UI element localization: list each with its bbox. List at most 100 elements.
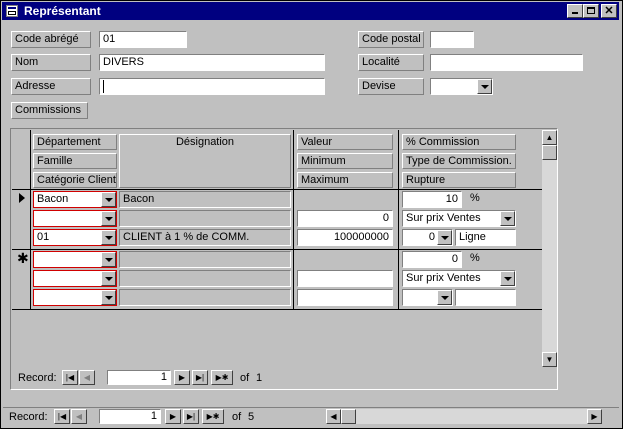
r1-designation-2	[119, 210, 291, 227]
main-scroll-right-button[interactable]: ▶	[587, 409, 602, 424]
minimize-button[interactable]	[567, 4, 583, 18]
adresse-field[interactable]	[99, 78, 325, 95]
r2-maximum-field[interactable]	[297, 289, 393, 306]
first-record-icon: |◀	[57, 412, 67, 421]
designation-header: Désignation	[119, 134, 291, 188]
r1-commission-field[interactable]: 10	[402, 191, 462, 208]
r1-categorie-dropdown-button[interactable]	[101, 230, 116, 245]
maximum-header: Maximum	[297, 172, 393, 188]
main-total-records: 5	[248, 411, 255, 423]
main-first-record-button[interactable]: |◀	[54, 409, 70, 424]
nom-label: Nom	[11, 54, 91, 71]
scroll-right-icon: ▶	[591, 412, 598, 421]
minimize-icon	[572, 12, 578, 14]
subform-scroll-thumb[interactable]	[542, 145, 557, 160]
r2-designation-2	[119, 270, 291, 287]
new-record-icon: ▶✱	[215, 373, 229, 382]
code-abrege-field[interactable]: 01	[99, 31, 187, 48]
code-postal-label: Code postal	[358, 31, 424, 48]
devise-label: Devise	[358, 78, 424, 95]
selector-column-line	[30, 130, 31, 310]
column-line-valeur	[293, 130, 294, 310]
subform-record-number-field[interactable]: 1	[107, 370, 171, 385]
subform-vertical-scrollbar[interactable]	[542, 130, 557, 367]
close-button[interactable]: ✕	[601, 4, 617, 18]
subform-last-record-button[interactable]: ▶|	[192, 370, 208, 385]
nom-field[interactable]: DIVERS	[99, 54, 325, 71]
header-separator	[12, 189, 542, 190]
r2-percent-sign: %	[470, 252, 480, 264]
subform-new-record-button[interactable]: ▶✱	[211, 370, 233, 385]
r1-rupture-dropdown-button[interactable]	[437, 230, 452, 245]
code-abrege-label: Code abrégé	[11, 31, 91, 48]
r2-commission-field[interactable]: 0	[402, 251, 462, 268]
r1-maximum-field[interactable]: 100000000	[297, 229, 393, 246]
categorie-client-header: Catégorie Client	[33, 172, 117, 188]
r2-rupture-text[interactable]	[455, 289, 516, 306]
departement-header: Département	[33, 134, 117, 150]
subform-scroll-up-button[interactable]: ▲	[542, 130, 557, 145]
close-icon: ✕	[604, 5, 614, 17]
r2-rupture-dropdown-button[interactable]	[437, 290, 452, 305]
valeur-header: Valeur	[297, 134, 393, 150]
record-separator-1	[12, 249, 542, 250]
localite-field[interactable]	[430, 54, 583, 71]
r1-type-combo[interactable]: Sur prix Ventes	[402, 210, 516, 227]
code-postal-field[interactable]	[430, 31, 474, 48]
main-previous-record-button[interactable]: ◀	[71, 409, 87, 424]
main-last-record-button[interactable]: ▶|	[183, 409, 199, 424]
main-record-label: Record:	[9, 411, 48, 423]
new-record-asterisk-icon: ✱	[17, 250, 29, 266]
main-of-label: of	[232, 411, 242, 423]
main-record-number-field[interactable]: 1	[99, 409, 161, 424]
r2-designation-3	[119, 289, 291, 306]
current-record-pointer-icon	[19, 193, 25, 203]
text-cursor	[103, 80, 104, 93]
r1-famille-dropdown-button[interactable]	[101, 211, 116, 226]
main-horizontal-scrollbar[interactable]	[326, 409, 602, 424]
previous-record-icon: ◀	[75, 412, 83, 421]
record-separator-2	[12, 309, 542, 310]
subform-of-label: of	[240, 372, 250, 384]
minimum-header: Minimum	[297, 153, 393, 169]
main-scroll-thumb[interactable]	[341, 409, 356, 424]
r1-rupture-text[interactable]: Ligne	[455, 229, 516, 246]
column-line-commission	[398, 130, 399, 310]
r2-departement-dropdown-button[interactable]	[101, 252, 116, 267]
next-record-icon: ▶	[169, 412, 177, 421]
subform-next-record-button[interactable]: ▶	[174, 370, 190, 385]
rupture-header: Rupture	[402, 172, 516, 188]
r2-type-dropdown-button[interactable]	[500, 271, 515, 286]
localite-label: Localité	[358, 54, 424, 71]
r1-type-dropdown-button[interactable]	[500, 211, 515, 226]
title-bar[interactable]: Représentant ✕	[2, 2, 619, 20]
form-icon[interactable]	[6, 5, 18, 17]
r2-type-combo[interactable]: Sur prix Ventes	[402, 270, 516, 287]
previous-record-icon: ◀	[83, 373, 91, 382]
main-next-record-button[interactable]: ▶	[165, 409, 181, 424]
r1-departement-dropdown-button[interactable]	[101, 192, 116, 207]
r1-percent-sign: %	[470, 192, 480, 204]
r2-designation-1	[119, 251, 291, 268]
window-title: Représentant	[24, 4, 101, 18]
r2-categorie-dropdown-button[interactable]	[101, 290, 116, 305]
next-record-icon: ▶	[178, 373, 186, 382]
r2-famille-dropdown-button[interactable]	[101, 271, 116, 286]
main-new-record-button[interactable]: ▶✱	[202, 409, 224, 424]
r2-minimum-field[interactable]	[297, 270, 393, 287]
size-grip[interactable]	[604, 409, 619, 424]
r1-designation-1: Bacon	[119, 191, 291, 208]
last-record-icon: ▶|	[195, 373, 205, 382]
subform-scroll-down-button[interactable]: ▼	[542, 352, 557, 367]
maximize-button[interactable]	[583, 4, 599, 18]
type-commission-header: Type de Commission.	[402, 153, 516, 169]
adresse-label: Adresse	[11, 78, 91, 95]
r1-minimum-field[interactable]: 0	[297, 210, 393, 227]
subform-previous-record-button[interactable]: ◀	[79, 370, 95, 385]
main-scroll-left-button[interactable]: ◀	[326, 409, 341, 424]
r1-designation-3: CLIENT à 1 % de COMM.	[119, 229, 291, 246]
scroll-up-icon: ▲	[545, 133, 554, 142]
subform-first-record-button[interactable]: |◀	[62, 370, 78, 385]
famille-header: Famille	[33, 153, 117, 169]
devise-dropdown-button[interactable]	[477, 79, 492, 94]
